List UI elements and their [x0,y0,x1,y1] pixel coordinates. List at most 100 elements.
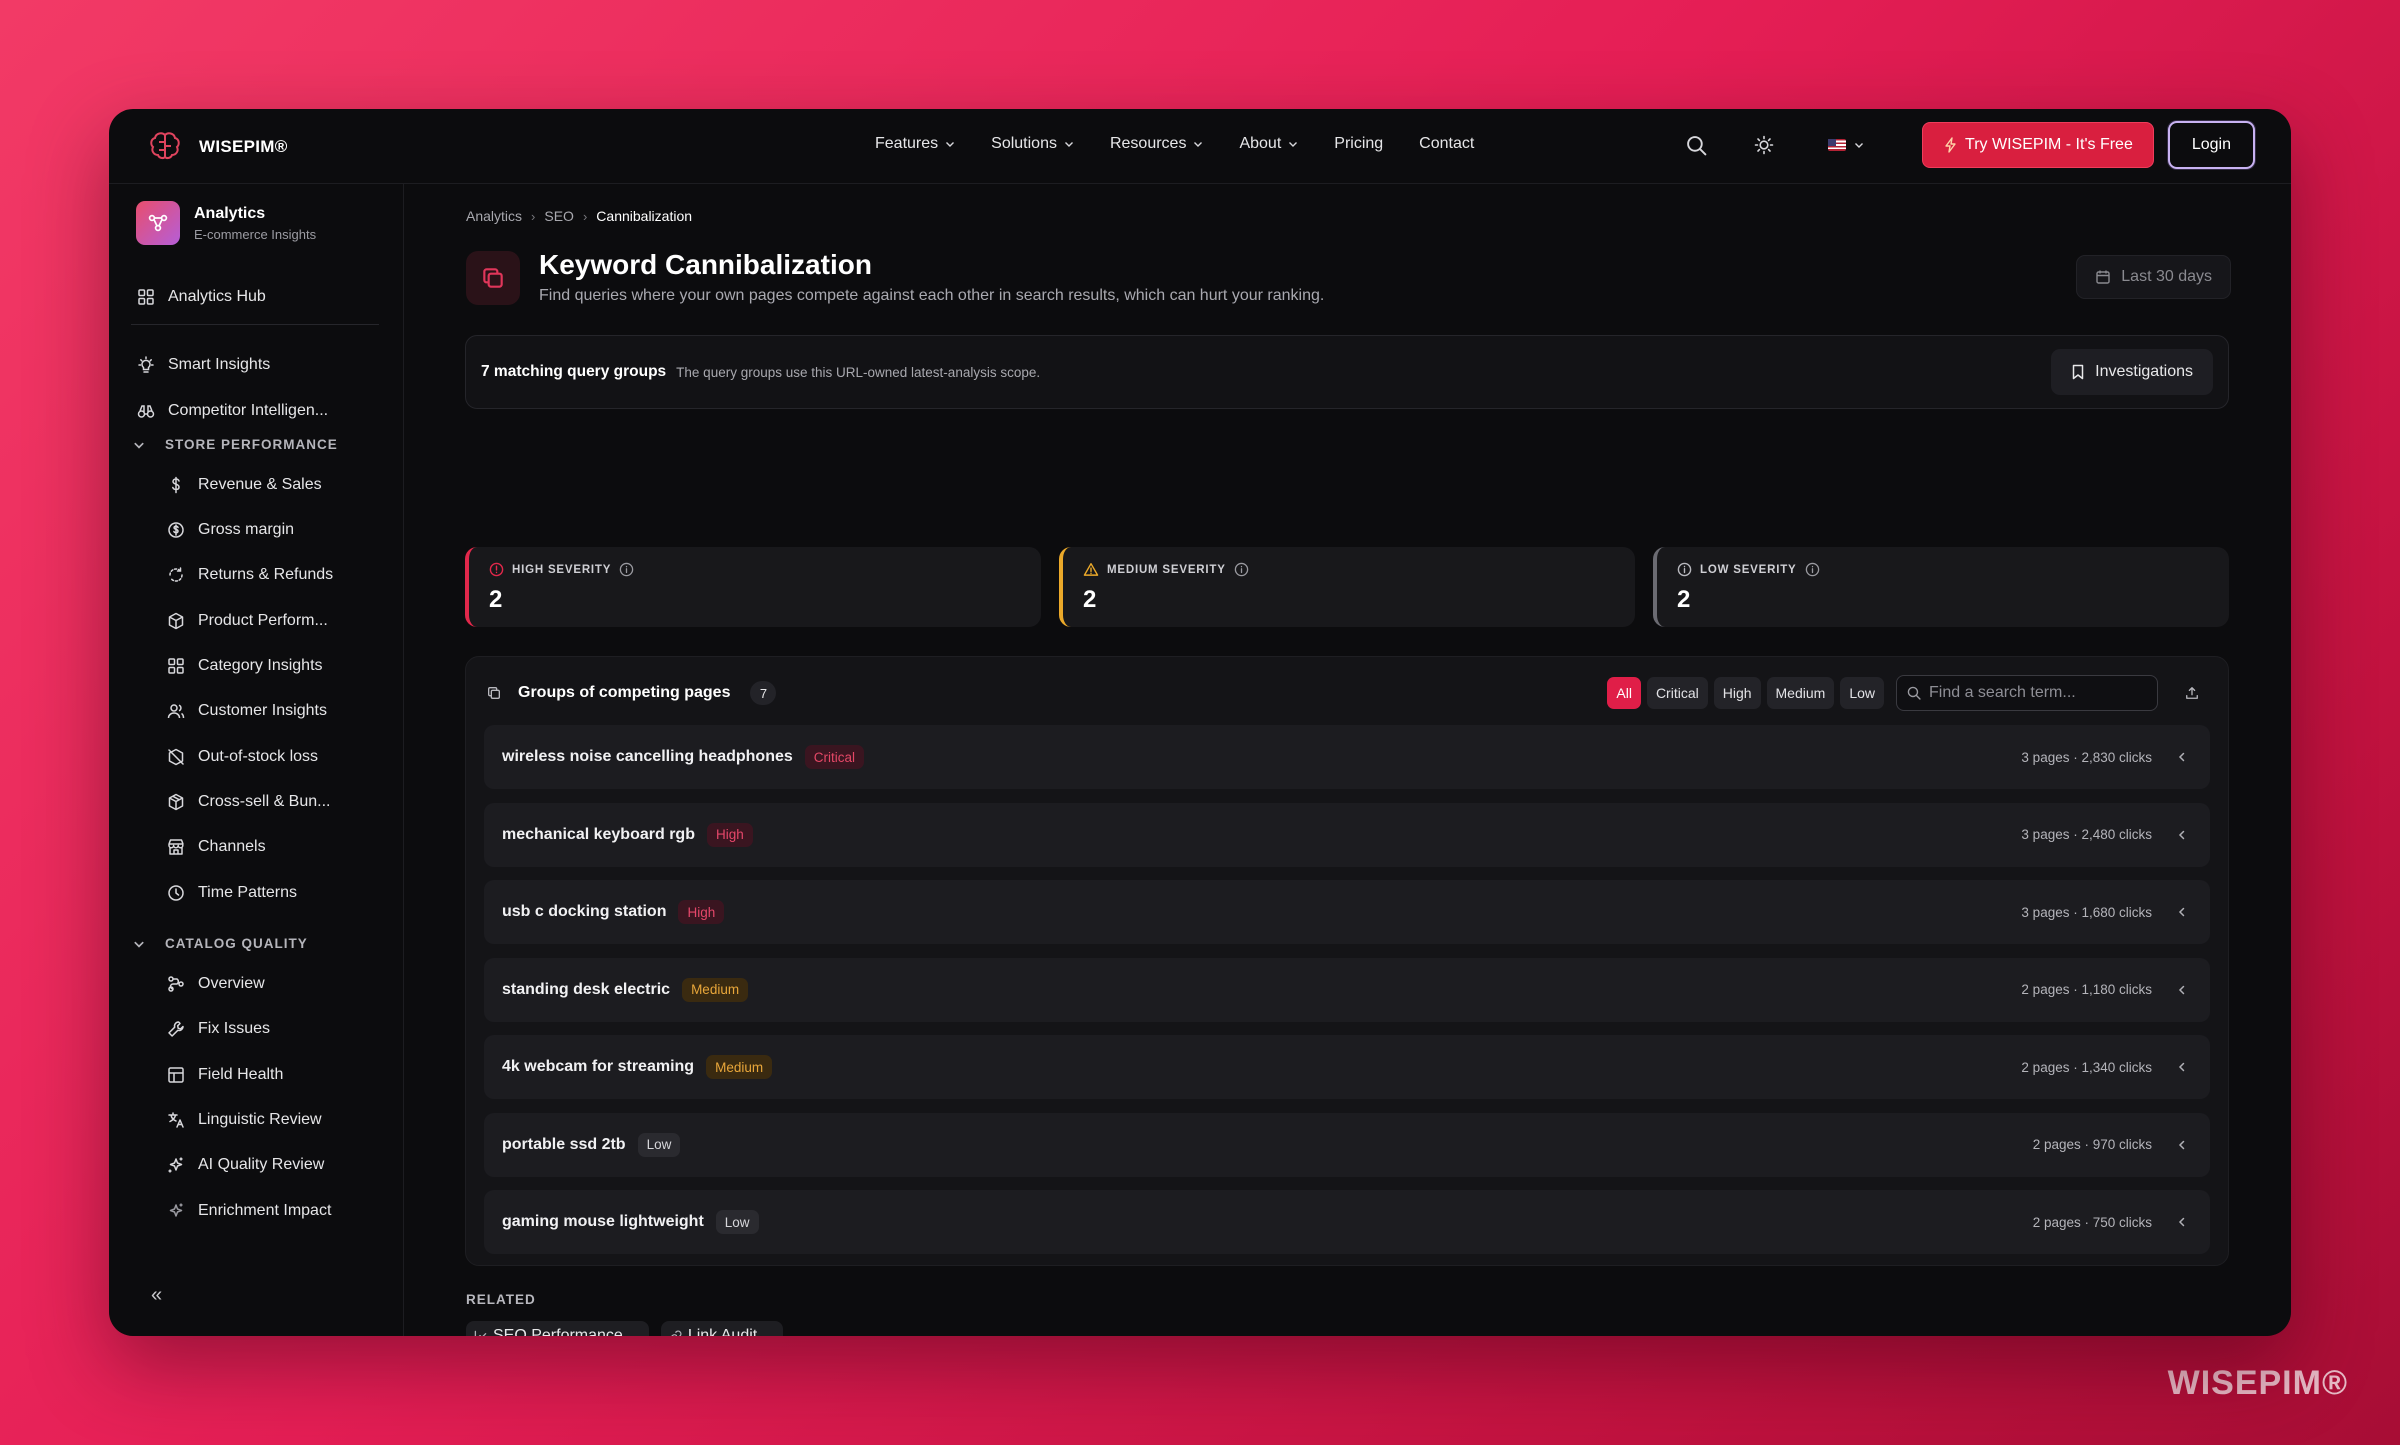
box-off-icon [168,748,184,766]
lightning-icon [1945,137,1956,153]
box-icon [168,612,184,630]
sidebar-item-fix-issues[interactable]: Fix Issues [167,1014,270,1044]
chevron-left-icon[interactable] [2176,1139,2188,1151]
sidebar-item-channels[interactable]: Channels [167,832,266,862]
table-row[interactable]: usb c docking station High 3 pages · 1,6… [484,880,2210,944]
arrow-right-icon: → [628,1329,641,1336]
sidebar-item-label: Returns & Refunds [198,566,334,583]
copy-icon [483,268,503,288]
export-button[interactable] [2176,677,2208,709]
section-catalog-quality[interactable]: CATALOG QUALITY [133,936,308,951]
login-button[interactable]: Login [2167,121,2255,169]
filter-medium[interactable]: Medium [1766,677,1835,709]
query-text: gaming mouse lightweight [502,1213,704,1230]
row-meta: 3 pages · 2,830 clicks [2021,749,2152,765]
table-row[interactable]: wireless noise cancelling headphones Cri… [484,725,2210,789]
brand[interactable]: WISEPIM® [145,127,288,167]
groups-header: Groups of competing pages 7 [486,673,777,713]
sidebar-item-competitor-intelligence[interactable]: Competitor Intelligen... [137,396,328,426]
sidebar-item-revenue-sales[interactable]: Revenue & Sales [167,470,322,500]
search-field[interactable] [1896,675,2158,711]
nav-features[interactable]: Features [875,135,955,153]
nav-links: Features Solutions Resources About Prici… [875,135,1474,153]
sidebar-item-cross-sell-bundles[interactable]: Cross-sell & Bun... [167,787,330,817]
language-selector[interactable] [1828,139,1864,151]
filter-critical[interactable]: Critical [1646,677,1708,709]
filter-low[interactable]: Low [1840,677,1884,709]
breadcrumb-analytics[interactable]: Analytics [466,208,522,224]
chevron-left-icon[interactable] [2176,906,2188,918]
search-icon [1907,686,1921,700]
section-store-performance[interactable]: STORE PERFORMANCE [133,437,338,452]
nav-about-label: About [1239,135,1282,152]
sidebar-item-gross-margin[interactable]: Gross margin [167,515,294,545]
table-row[interactable]: mechanical keyboard rgb High 3 pages · 2… [484,802,2210,867]
nav-contact[interactable]: Contact [1419,135,1474,153]
sidebar-item-label: Product Perform... [198,612,328,629]
analytics-app-icon [136,201,180,245]
collapse-sidebar-button[interactable]: « [151,1284,162,1307]
sidebar-item-label: Analytics Hub [168,288,266,305]
sidebar-item-linguistic-review[interactable]: Linguistic Review [167,1105,322,1135]
chevron-down-icon [1194,142,1203,147]
app-switcher[interactable]: Analytics E-commerce Insights [136,201,316,245]
sidebar-item-enrichment-impact[interactable]: Enrichment Impact [167,1196,331,1226]
filter-all[interactable]: All [1607,677,1641,709]
nav-pricing[interactable]: Pricing [1334,135,1383,153]
nav-solutions-label: Solutions [991,135,1057,152]
info-icon[interactable] [619,562,634,577]
sidebar-item-smart-insights[interactable]: Smart Insights [137,350,270,380]
nav-resources[interactable]: Resources [1110,135,1203,153]
sidebar-item-out-of-stock-loss[interactable]: Out-of-stock loss [167,742,318,772]
related-link-audit-link[interactable]: Link Audit → [660,1321,784,1336]
search-input[interactable] [1929,684,2139,702]
sidebar-item-analytics-hub[interactable]: Analytics Hub [137,282,266,312]
table-row[interactable]: gaming mouse lightweight Low 2 pages · 7… [484,1190,2210,1254]
nav-solutions[interactable]: Solutions [991,135,1074,153]
sidebar-item-ai-quality-review[interactable]: AI Quality Review [167,1150,324,1180]
row-meta: 2 pages · 970 clicks [2032,1137,2152,1152]
chevron-left-icon[interactable] [2176,984,2188,996]
table-row[interactable]: 4k webcam for streaming Medium 2 pages ·… [484,1035,2210,1099]
sidebar-item-category-insights[interactable]: Category Insights [167,651,323,681]
groups-list: wireless noise cancelling headphones Cri… [484,725,2210,1268]
date-range-button[interactable]: Last 30 days [2076,255,2231,299]
page-description: Find queries where your own pages compet… [539,287,1325,304]
sidebar-item-customer-insights[interactable]: Customer Insights [167,696,327,726]
medium-severity-label-row: MEDIUM SEVERITY [1083,562,1615,577]
nav-about[interactable]: About [1239,135,1298,153]
info-icon[interactable] [1234,562,1249,577]
chevron-left-icon[interactable] [2176,1216,2188,1228]
chevron-down-icon [1064,142,1073,147]
medium-severity-label: MEDIUM SEVERITY [1107,563,1226,576]
sidebar-item-overview[interactable]: Overview [167,969,265,999]
chevron-left-icon[interactable] [2176,751,2188,763]
coin-icon [168,522,184,538]
sidebar-item-field-health[interactable]: Field Health [167,1060,283,1090]
high-severity-label: HIGH SEVERITY [512,563,612,576]
low-severity-label-row: LOW SEVERITY [1677,562,2209,577]
theme-toggle[interactable] [1746,127,1782,163]
related-seo-performance-link[interactable]: SEO Performance → [466,1321,649,1336]
investigations-button[interactable]: Investigations [2051,349,2213,395]
breadcrumb-seo[interactable]: SEO [544,208,574,224]
filter-high[interactable]: High [1713,677,1761,709]
sidebar-item-returns-refunds[interactable]: Returns & Refunds [167,560,333,590]
sidebar-item-product-performance[interactable]: Product Perform... [167,606,328,636]
alert-circle-icon [489,562,504,577]
severity-filters: All Critical High Medium Low [1607,675,2208,711]
scope-count: 7 matching query groups [481,363,667,380]
info-icon[interactable] [1805,562,1820,577]
date-range-label: Last 30 days [2121,268,2212,285]
table-row[interactable]: portable ssd 2tb Low 2 pages · 970 click… [484,1112,2210,1177]
search-button[interactable] [1678,127,1714,163]
top-navigation: WISEPIM® Features Solutions Resources Ab… [109,109,2291,184]
chevron-left-icon[interactable] [2176,829,2188,841]
table-row[interactable]: standing desk electric Medium 2 pages · … [484,957,2210,1022]
low-severity-value: 2 [1677,586,1691,613]
sidebar-item-time-patterns[interactable]: Time Patterns [167,878,297,908]
lightbulb-icon [138,356,154,373]
sidebar-item-label: Category Insights [198,657,323,674]
chevron-left-icon[interactable] [2176,1061,2188,1073]
try-free-button[interactable]: Try WISEPIM - It's Free [1922,122,2154,168]
